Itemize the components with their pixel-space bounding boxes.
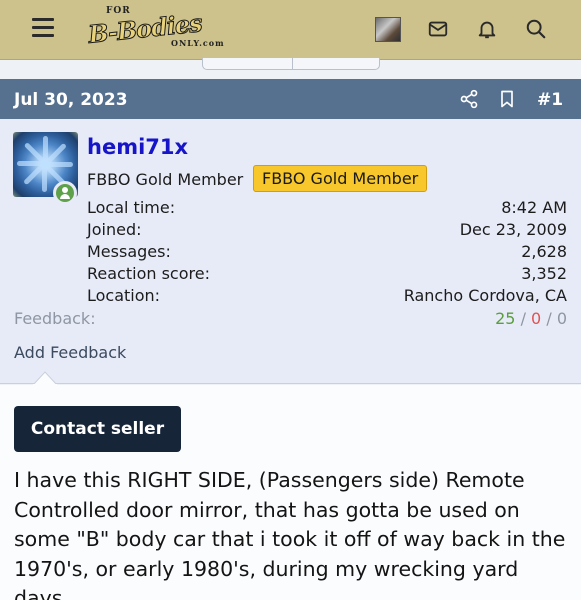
info-value[interactable]: 2,628 (521, 242, 567, 261)
info-label: Joined: (87, 220, 142, 239)
feedback-negative: 0 (531, 309, 542, 328)
info-label: Location: (87, 286, 161, 305)
info-value: 3,352 (521, 264, 567, 283)
post-date[interactable]: Jul 30, 2023 (14, 90, 128, 110)
post-content: Contact seller I have this RIGHT SIDE, (… (0, 385, 581, 600)
post-message: I have this RIGHT SIDE, (Passengers side… (14, 468, 566, 600)
site-logo[interactable]: FOR B-Bodies ONLY.com (76, 6, 223, 52)
search-icon[interactable] (525, 18, 547, 40)
info-row-reaction-score: Reaction score: 3,352 (87, 264, 567, 284)
post-number[interactable]: #1 (537, 90, 563, 110)
info-label: Local time: (87, 198, 176, 217)
info-label: Messages: (87, 242, 171, 261)
feedback-row: Feedback: 25 / 0 / 0 (14, 309, 567, 329)
bookmark-icon[interactable] (497, 89, 517, 109)
info-value: 8:42 AM (501, 198, 567, 217)
logo-top-text: FOR (106, 6, 131, 16)
info-value: Dec 23, 2009 (459, 220, 567, 239)
info-row-location: Location: Rancho Cordova, CA (87, 286, 567, 306)
add-feedback-link[interactable]: Add Feedback (14, 343, 126, 362)
envelope-icon[interactable] (427, 18, 449, 40)
contact-seller-button[interactable]: Contact seller (14, 406, 181, 452)
info-row-joined: Joined: Dec 23, 2009 (87, 220, 567, 240)
logo-bottom-text: ONLY.com (171, 38, 225, 48)
info-row-local-time: Local time: 8:42 AM (87, 198, 567, 218)
tab-stub (202, 58, 380, 70)
online-status-icon (53, 181, 77, 205)
feedback-label: Feedback: (14, 309, 96, 328)
info-label: Reaction score: (87, 264, 210, 283)
post-header: Jul 30, 2023 #1 (0, 79, 581, 119)
feedback-counts[interactable]: 25 / 0 / 0 (495, 309, 567, 328)
feedback-separator: / (520, 309, 532, 328)
username-link[interactable]: hemi71x (87, 135, 188, 159)
site-header: FOR B-Bodies ONLY.com (0, 0, 581, 60)
bell-icon[interactable] (476, 18, 498, 40)
feedback-neutral: 0 (556, 309, 567, 328)
info-row-messages: Messages: 2,628 (87, 242, 567, 262)
info-value[interactable]: Rancho Cordova, CA (404, 286, 567, 305)
share-icon[interactable] (459, 89, 479, 109)
account-avatar[interactable] (375, 17, 401, 42)
user-info-panel: hemi71x FBBO Gold Member FBBO Gold Membe… (0, 119, 581, 384)
gold-member-badge: FBBO Gold Member (253, 165, 428, 192)
feedback-positive: 25 (495, 309, 516, 328)
user-title: FBBO Gold Member (87, 170, 244, 189)
feedback-separator: / (546, 309, 557, 328)
menu-icon[interactable] (32, 18, 54, 40)
panel-pointer (33, 371, 57, 385)
